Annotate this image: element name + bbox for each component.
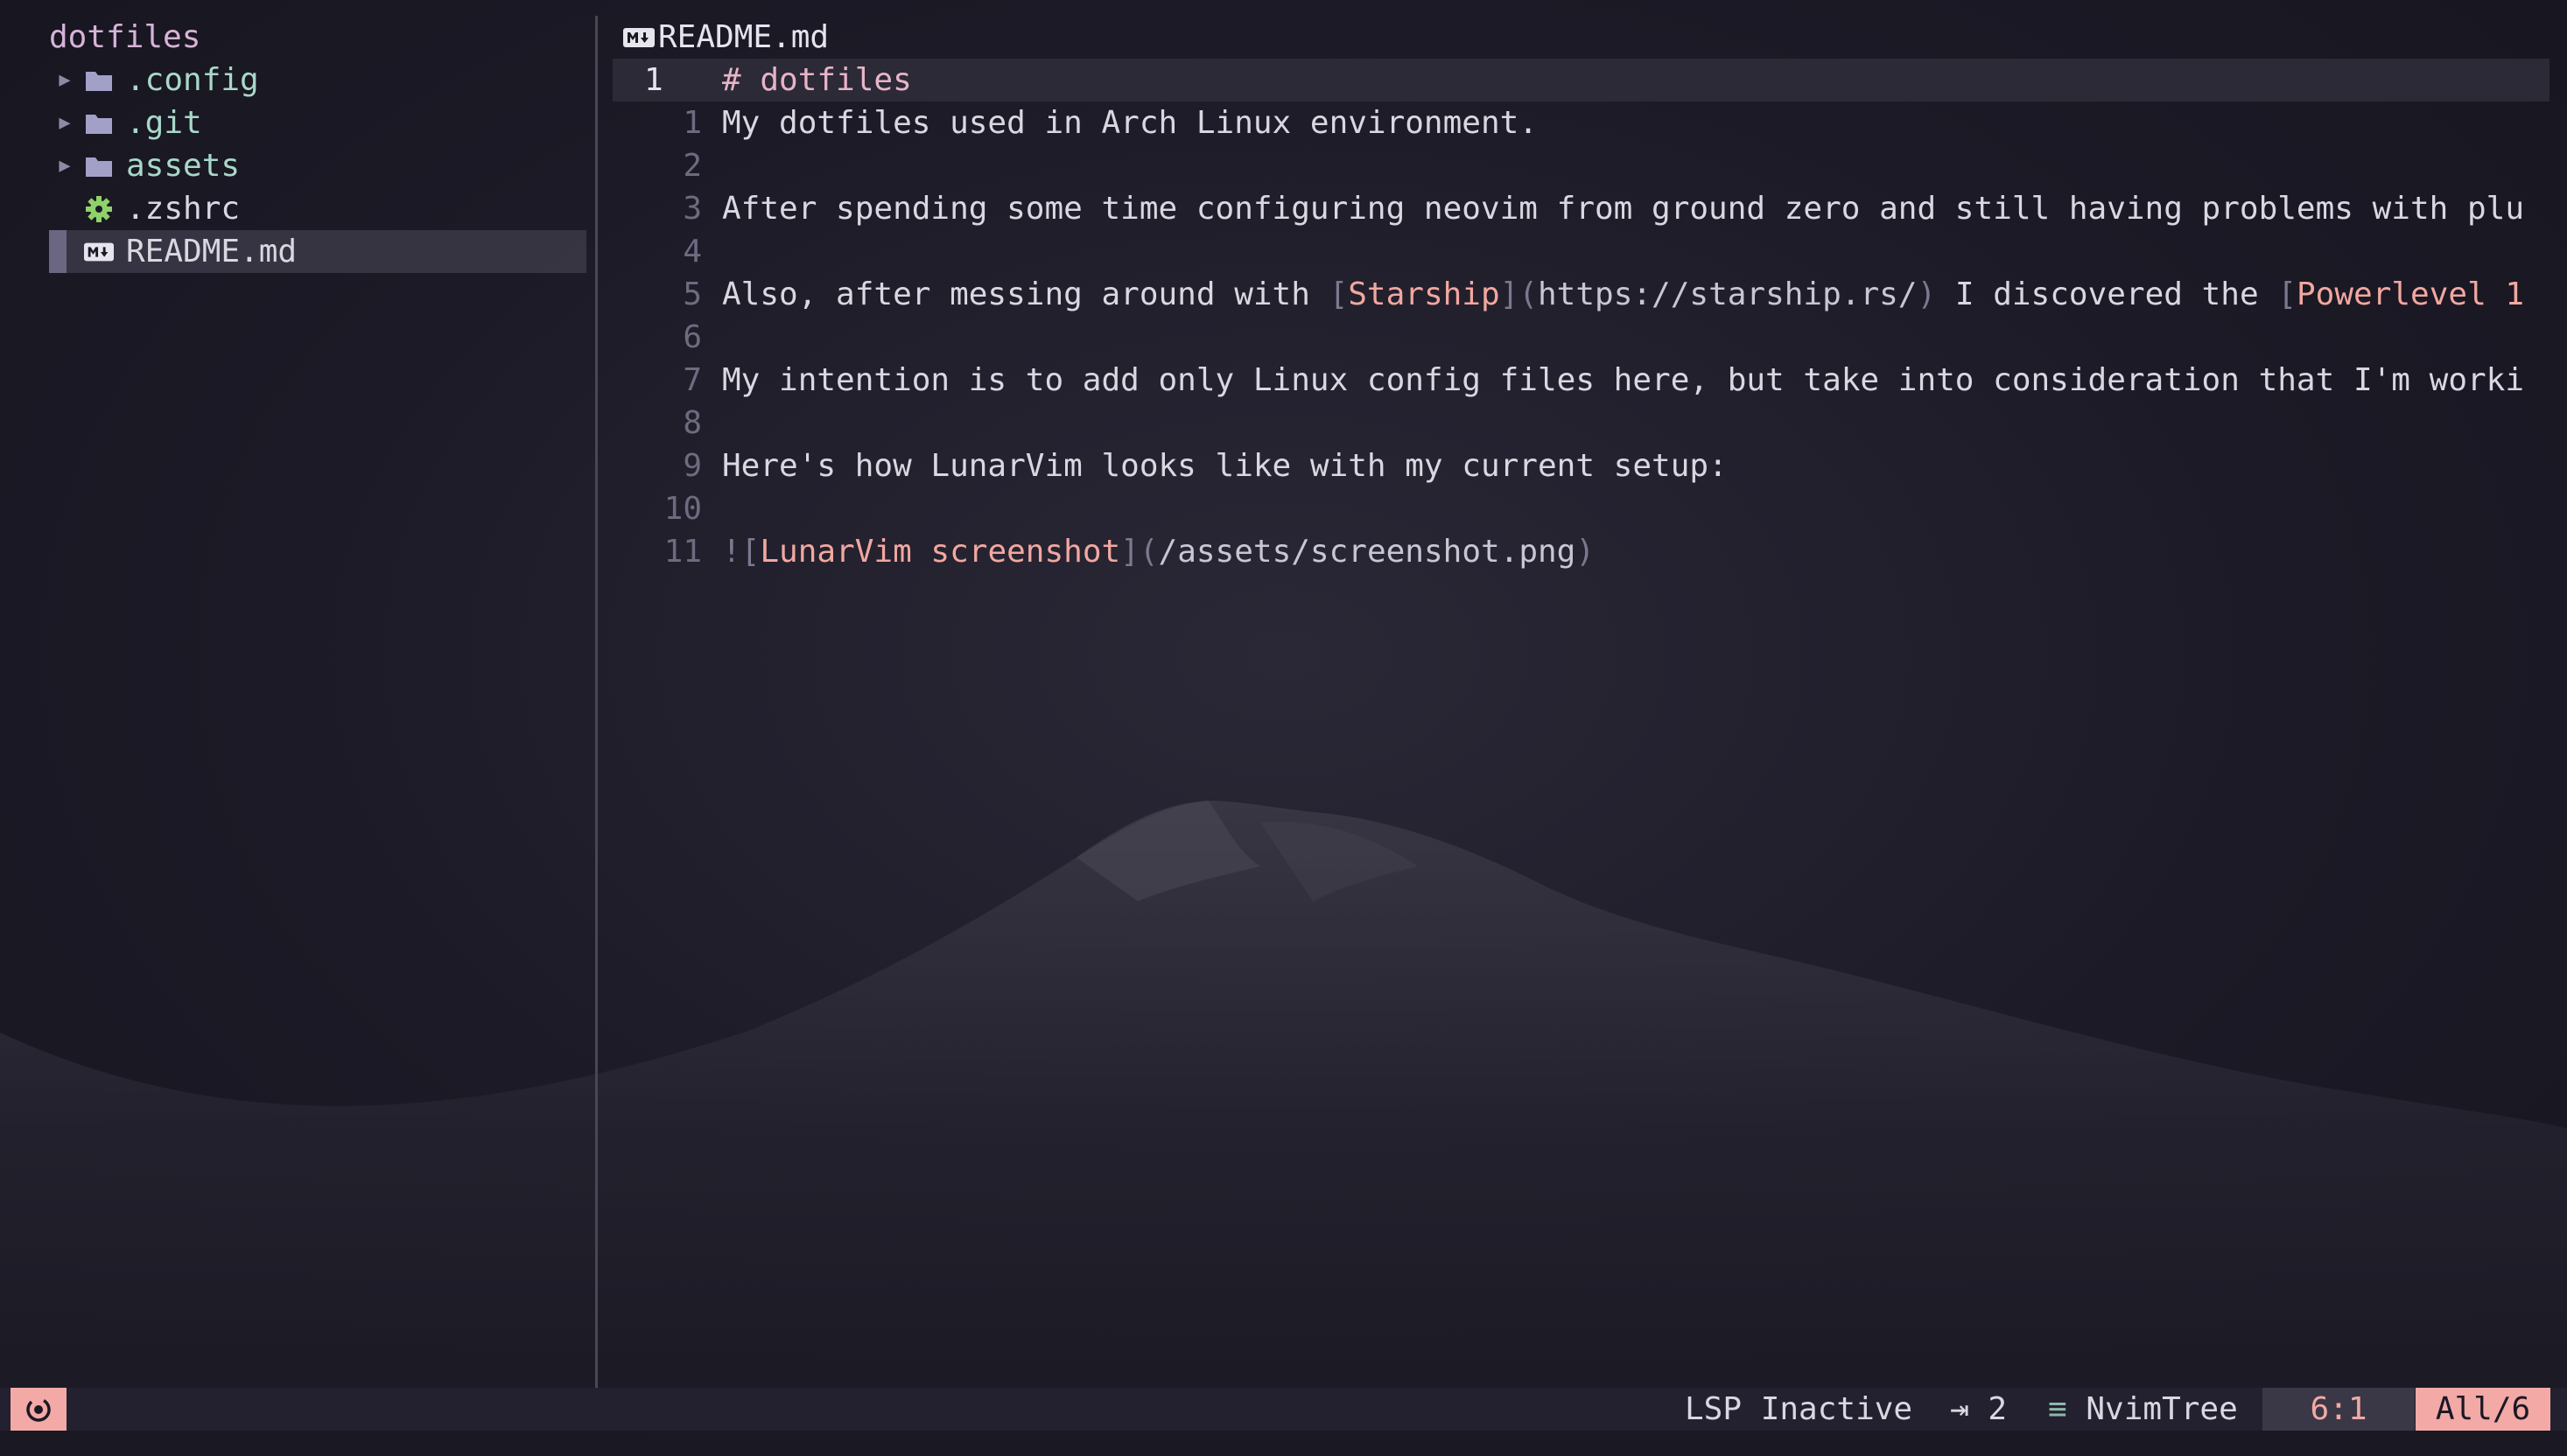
lines-icon: ≡: [2048, 1391, 2067, 1427]
markdown-icon: [623, 16, 658, 59]
editor-line[interactable]: 3 After spending some time configuring ne…: [613, 187, 2549, 230]
editor-line[interactable]: 10: [613, 487, 2549, 530]
line-text: My intention is to add only Linux config…: [722, 359, 2549, 402]
tree-item-assets[interactable]: ▶ assets: [49, 144, 586, 187]
editor-line[interactable]: 9 Here's how LunarVim looks like with my …: [613, 444, 2549, 487]
folder-icon: [84, 59, 114, 102]
md-heading: # dotfiles: [722, 62, 912, 98]
editor-buffer[interactable]: 1 # dotfiles 1 My dotfiles used in Arch Lin…: [613, 59, 2549, 573]
line-text: My dotfiles used in Arch Linux environme…: [722, 102, 2549, 144]
tab-arrow-icon: ⇥: [1950, 1391, 1969, 1427]
markdown-icon: [84, 230, 114, 273]
line-number: 1: [644, 62, 663, 98]
line-text: Also, after messing around with [Starshi…: [722, 273, 2549, 316]
text-segment: I discovered the: [1936, 276, 2278, 312]
md-link-text: Starship: [1348, 276, 1500, 312]
current-line[interactable]: 1 # dotfiles: [613, 59, 2549, 102]
editor-filename: README.md: [658, 19, 830, 55]
scroll-progress: All/6: [2416, 1388, 2550, 1431]
line-number: 6: [683, 319, 702, 355]
tree-item-label: assets: [126, 148, 241, 184]
md-link-text: LunarVim screenshot: [760, 534, 1121, 570]
line-number: 3: [683, 191, 702, 227]
editor-line[interactable]: 7 My intention is to add only Linux confi…: [613, 359, 2549, 402]
md-bracket: ](: [1120, 534, 1159, 570]
cursor-position: 6:1: [2262, 1388, 2415, 1431]
md-link-url: https://starship.rs/: [1538, 276, 1918, 312]
md-bracket: [: [2277, 276, 2297, 312]
line-text: Here's how LunarVim looks like with my c…: [722, 444, 2549, 487]
window-separator[interactable]: [595, 16, 598, 1388]
line-text: ![LunarVim screenshot](/assets/screensho…: [722, 530, 2549, 573]
tree-item-readme[interactable]: README.md: [49, 230, 586, 273]
tree-item-label: .git: [126, 105, 202, 141]
filetype-label: NvimTree: [2086, 1391, 2238, 1427]
text-segment: My dotfiles used in Arch Linux environme…: [722, 105, 1538, 141]
editor-line[interactable]: 1 My dotfiles used in Arch Linux environm…: [613, 102, 2549, 144]
md-bracket: ](: [1499, 276, 1538, 312]
line-text: After spending some time configuring neo…: [722, 187, 2549, 230]
status-line: LSP Inactive ⇥ 2 ≡ NvimTree 6:1 All/6: [0, 1388, 2567, 1431]
md-bracket: ): [1917, 276, 1937, 312]
line-number: 7: [683, 362, 702, 398]
md-bracket: [: [1329, 276, 1349, 312]
line-number: 11: [663, 534, 702, 570]
tree-item-git[interactable]: ▶ .git: [49, 102, 586, 144]
editor-line[interactable]: 6: [613, 316, 2549, 359]
chevron-right-icon[interactable]: ▶: [56, 102, 74, 144]
line-text: # dotfiles: [722, 59, 2549, 102]
md-bracket: ![: [722, 534, 761, 570]
text-segment: My intention is to add only Linux config…: [722, 362, 2525, 398]
editor-line[interactable]: 8: [613, 402, 2549, 444]
line-number: 2: [683, 148, 702, 184]
line-number: 5: [683, 276, 702, 312]
editor-line[interactable]: 4: [613, 230, 2549, 273]
gear-icon: [84, 187, 114, 230]
editor-line[interactable]: 11 ![LunarVim screenshot](/assets/screens…: [613, 530, 2549, 573]
lsp-status: LSP Inactive: [1685, 1391, 1913, 1427]
line-number: 10: [663, 491, 702, 527]
tree-item-label: README.md: [126, 234, 298, 270]
filetype-status: ≡ NvimTree: [2048, 1388, 2238, 1431]
circle-dot-icon: [26, 1396, 51, 1422]
indent-status: ⇥ 2: [1950, 1388, 2007, 1431]
tree-item-config[interactable]: ▶ .config: [49, 59, 586, 102]
text-segment: Here's how LunarVim looks like with my c…: [722, 448, 1728, 484]
md-link-url: /assets/screenshot.png: [1158, 534, 1576, 570]
tree-root-label[interactable]: dotfiles: [49, 16, 200, 59]
text-segment: After spending some time configuring neo…: [722, 191, 2525, 227]
editor-line[interactable]: 5 Also, after messing around with [Starsh…: [613, 273, 2549, 316]
editor-winbar: README.md: [623, 16, 829, 59]
line-number: 8: [683, 405, 702, 441]
line-number: 1: [683, 105, 702, 141]
md-bracket: ): [1575, 534, 1596, 570]
chevron-right-icon[interactable]: ▶: [56, 144, 74, 187]
md-link-text: Powerlevel 1: [2297, 276, 2525, 312]
chevron-right-icon[interactable]: ▶: [56, 59, 74, 102]
line-number: 4: [683, 234, 702, 270]
editor-line[interactable]: 2: [613, 144, 2549, 187]
selection-indicator: [49, 230, 67, 273]
tree-item-label: .zshrc: [126, 191, 241, 227]
folder-icon: [84, 144, 114, 187]
indent-width: 2: [1988, 1391, 2008, 1427]
tree-item-zshrc[interactable]: .zshrc: [49, 187, 586, 230]
folder-icon: [84, 102, 114, 144]
line-number: 9: [683, 448, 702, 484]
mode-indicator: [11, 1388, 67, 1431]
tree-item-label: .config: [126, 62, 259, 98]
text-segment: Also, after messing around with: [722, 276, 1329, 312]
